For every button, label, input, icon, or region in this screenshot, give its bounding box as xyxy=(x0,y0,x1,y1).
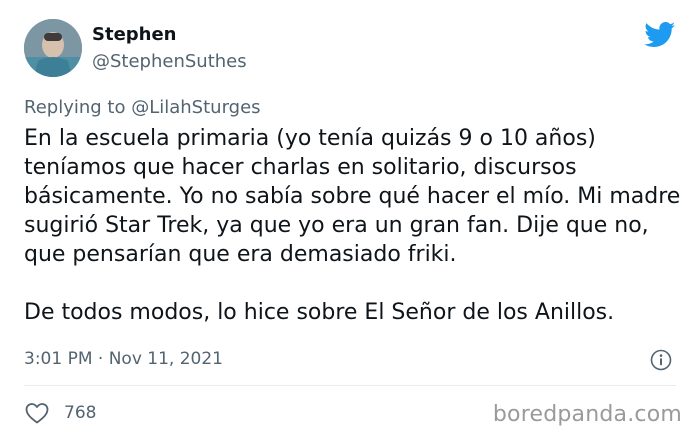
author-handle[interactable]: @StephenSuthes xyxy=(92,51,247,72)
author-name[interactable]: Stephen xyxy=(92,24,177,45)
info-icon[interactable] xyxy=(650,349,672,371)
tweet-paragraph-2: De todos modos, lo hice sobre El Señor d… xyxy=(24,300,615,325)
avatar-image xyxy=(24,19,82,77)
tweet-paragraph-1: En la escuela primaria (yo tenía quizás … xyxy=(24,126,681,267)
watermark: boredpanda.com xyxy=(492,402,682,427)
replying-to: Replying to @LilahSturges xyxy=(24,97,261,118)
divider xyxy=(24,385,676,386)
replying-to-user[interactable]: @LilahSturges xyxy=(131,97,260,118)
heart-icon[interactable] xyxy=(24,401,50,425)
replying-prefix: Replying to xyxy=(24,97,132,118)
like-count: 768 xyxy=(64,403,97,423)
tweet-card: Stephen @StephenSuthes Replying to @Lila… xyxy=(0,0,700,441)
tweet-body: En la escuela primaria (yo tenía quizás … xyxy=(24,124,684,327)
twitter-bird-icon[interactable] xyxy=(644,22,676,48)
avatar[interactable] xyxy=(24,19,82,77)
tweet-timestamp[interactable]: 3:01 PM · Nov 11, 2021 xyxy=(24,349,223,369)
